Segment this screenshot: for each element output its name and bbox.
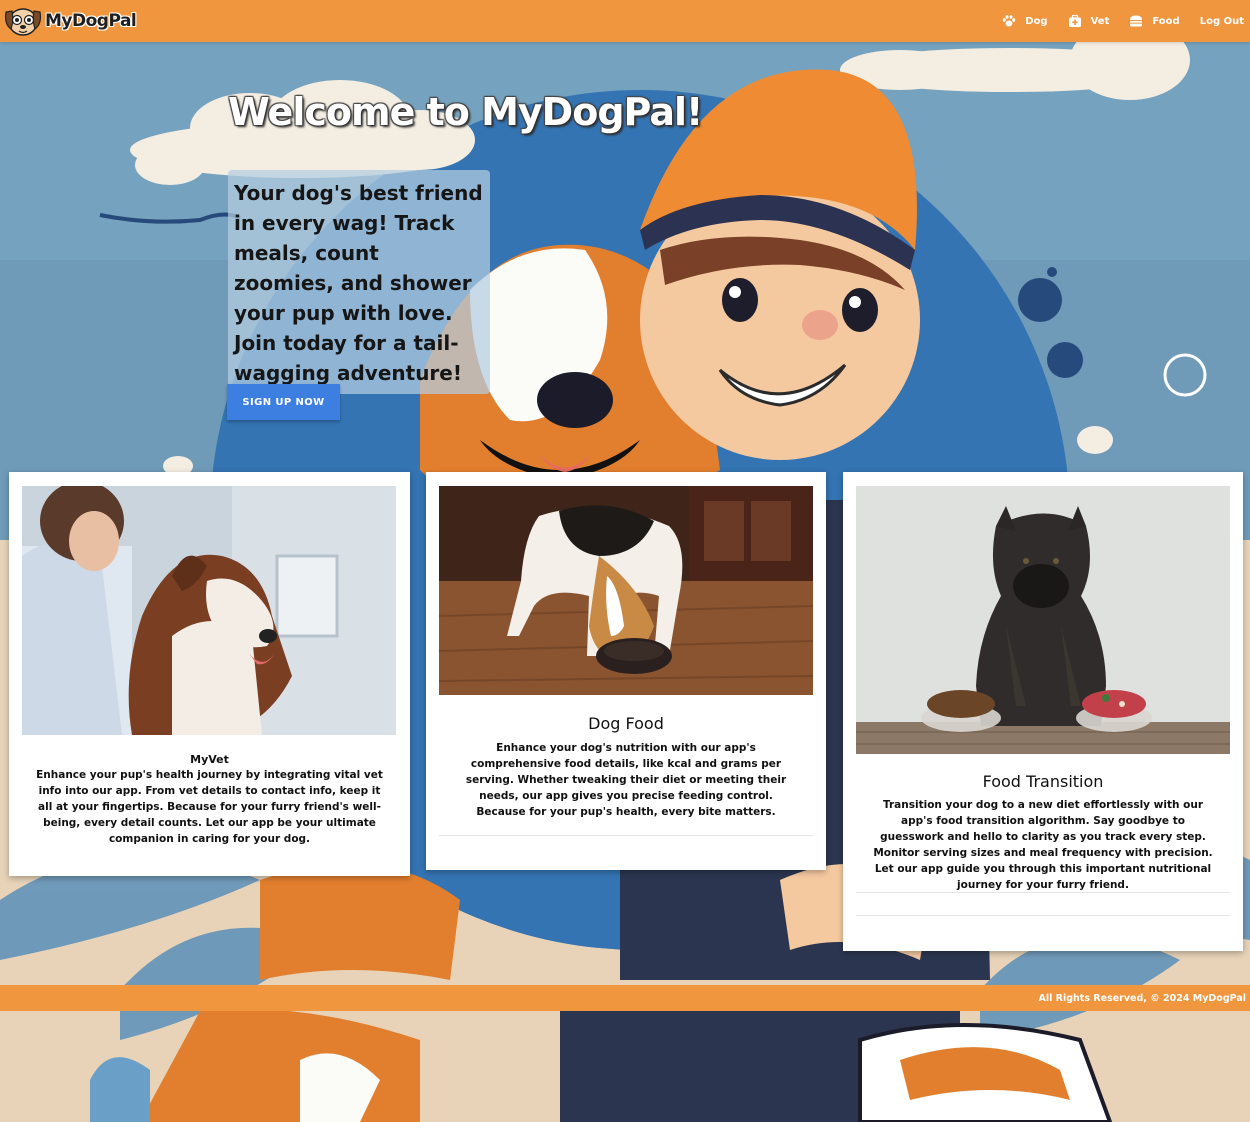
nav-item-vet-label: Vet <box>1090 15 1110 27</box>
nav-item-food[interactable]: Food <box>1129 14 1180 28</box>
card-description: Enhance your pup's health journey by int… <box>36 769 383 845</box>
feature-card-dog-food: Dog Food Enhance your dog's nutrition wi… <box>426 472 826 870</box>
paw-icon <box>1003 15 1016 27</box>
logout-label: Log Out <box>1199 15 1244 27</box>
card-title: MyVet <box>190 753 229 766</box>
card-description: Enhance your dog's nutrition with our ap… <box>465 742 787 818</box>
hamburger-icon <box>1130 15 1143 27</box>
divider <box>856 892 1230 893</box>
divider <box>856 915 1230 916</box>
woman-with-border-collie-photo <box>22 486 396 735</box>
hero-title: Welcome to MyDogPal! <box>228 90 703 134</box>
cane-corso-with-kibble-and-raw-food-photo <box>856 486 1230 754</box>
nav-item-vet[interactable]: Vet <box>1068 14 1110 28</box>
card-title: Food Transition <box>982 772 1104 791</box>
copyright-text: All Rights Reserved, © 2024 MyDogPal <box>1038 992 1247 1004</box>
feature-card-food-transition: Food Transition Transition your dog to a… <box>843 472 1243 951</box>
footer: All Rights Reserved, © 2024 MyDogPal <box>0 985 1250 1011</box>
card-title: Dog Food <box>588 714 664 733</box>
logout-link[interactable]: Log Out <box>1200 16 1244 27</box>
divider <box>439 835 813 836</box>
brand-home-link[interactable]: MyDogPal <box>0 0 137 42</box>
nav-item-dog[interactable]: Dog <box>1002 14 1048 28</box>
hero-tagline: Your dog's best friend in every wag! Tra… <box>228 170 490 394</box>
top-navbar: MyDogPal Dog Vet Food Log Out <box>0 0 1250 42</box>
nav-item-dog-label: Dog <box>1025 15 1048 27</box>
feature-card-myvet: MyVet Enhance your pup's health journey … <box>9 472 410 876</box>
card-description: Transition your dog to a new diet effort… <box>873 799 1213 891</box>
sign-up-button[interactable]: Sign Up Now <box>227 384 340 420</box>
nav-item-food-label: Food <box>1152 15 1180 27</box>
brand-name: MyDogPal <box>45 11 137 31</box>
nav-links: Dog Vet Food Log Out <box>982 0 1250 42</box>
beagle-eating-from-bowl-photo <box>439 486 813 695</box>
medical-kit-icon <box>1068 14 1081 27</box>
dog-face-logo-icon <box>4 8 42 36</box>
